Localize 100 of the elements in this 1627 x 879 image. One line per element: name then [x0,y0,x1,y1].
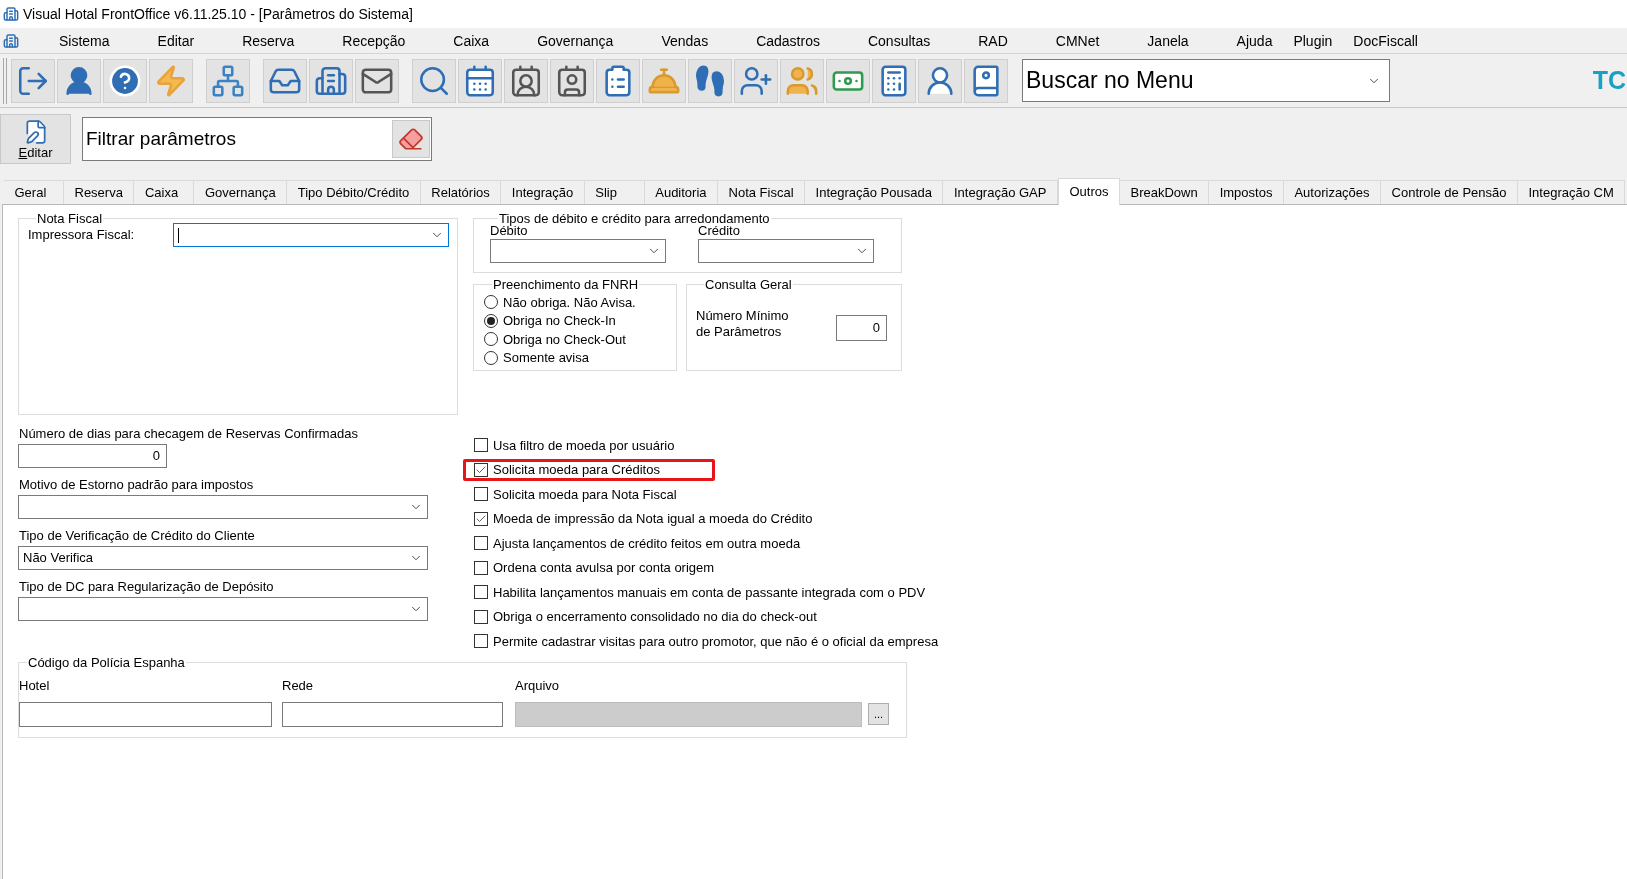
menu-item[interactable]: CMNet [1055,30,1100,51]
field-label: Impressora Fiscal: [28,226,136,245]
tab[interactable]: Outros [1057,178,1120,205]
menu-item[interactable]: Recepção [342,30,406,51]
tab[interactable]: Integração CM [1518,180,1626,204]
tab[interactable]: Governança [194,180,288,204]
radio-label: Obriga no Check-Out [503,330,626,349]
field-label: Motivo de Estorno padrão para impostos [18,477,254,493]
checkbox[interactable] [474,511,488,526]
field-label: Crédito [698,224,740,238]
toolbar-button[interactable] [57,58,101,103]
tab[interactable]: Caixa [134,180,195,204]
menu-item[interactable]: Consultas [867,30,931,51]
toolbar-button[interactable] [309,58,353,103]
menu-item[interactable]: Ajuda [1236,30,1273,51]
menu-item[interactable]: DocFiscall [1353,30,1418,51]
hotel-logo-icon[interactable] [3,31,19,50]
menu-item[interactable]: Plugin [1293,30,1333,51]
radio-button[interactable] [484,332,498,347]
menu-item[interactable]: Janela [1147,30,1189,51]
tab[interactable]: Integração Pousada [805,180,944,204]
edit-button[interactable]: Editar [0,114,71,164]
group-title: Consulta Geral [704,277,793,292]
tab[interactable]: Impostos [1209,180,1284,204]
help-icon [108,63,142,98]
field-label: Número Mínimo de Parâmetros [696,308,790,340]
tab[interactable]: Geral [4,180,64,204]
menu-item[interactable]: Governança [537,30,614,51]
toolbar-button[interactable] [355,58,399,103]
checkbox[interactable] [474,585,488,600]
dropdown-field[interactable] [698,239,874,263]
tab[interactable]: Slip [584,180,645,204]
toolbar-button[interactable] [596,58,640,103]
checkbox[interactable] [474,487,488,502]
menu-item[interactable]: Caixa [453,30,490,51]
menu-item[interactable]: Editar [157,30,195,51]
menu-item[interactable]: Sistema [59,30,110,51]
checkbox-label: Habilita lançamentos manuais em conta de passante integrada com o PDV [493,583,926,602]
checkbox-label: Ajusta lançamentos de crédito feitos em outra moeda [493,534,801,553]
menu-item[interactable]: Reserva [242,30,295,51]
radio-label: Somente avisa [503,349,589,367]
toolbar-button[interactable] [688,58,732,103]
field-label: Tipo de DC para Regularização de Depósito [18,579,274,595]
menu-item[interactable]: Cadastros [756,30,820,51]
calendar-icon [463,63,497,98]
toolbar-button[interactable] [734,58,778,103]
checkbox[interactable] [474,560,488,575]
tab[interactable]: Autorizações [1283,180,1382,204]
radio-button[interactable] [484,313,498,328]
toolbar-button[interactable] [550,58,594,103]
menu-item[interactable]: RAD [978,30,1008,51]
filter-field[interactable]: Filtrar parâmetros [82,117,432,161]
toolbar-button[interactable] [11,58,55,103]
tab[interactable]: Nota Fiscal [718,180,806,204]
dropdown-field[interactable] [18,597,428,621]
toolbar-button[interactable] [918,58,962,103]
toolbar-button[interactable] [263,58,307,103]
dropdown-field[interactable] [490,239,666,263]
toolbar-button[interactable] [103,58,147,103]
checkbox[interactable] [474,462,488,477]
hotel-logo-icon [3,6,19,22]
tab[interactable]: Integração GAP [943,180,1058,204]
toolbar-button[interactable] [504,58,548,103]
radio-label: Não obriga. Não Avisa. [503,293,636,312]
toolbar-button[interactable] [412,58,456,103]
tab[interactable]: Tipo Débito/Crédito [287,180,421,204]
toolbar-button[interactable] [206,58,250,103]
radio-button[interactable] [484,350,498,365]
group-title: Código da Polícia Espanha [27,654,186,670]
toolbar-button[interactable] [826,58,870,103]
checkbox-label: Permite cadastrar visitas para outro promotor, que não é o oficial da empresa [493,632,939,651]
toolbar-button[interactable] [872,58,916,103]
menu-search-dropdown[interactable]: Buscar no Menu [1022,59,1390,102]
tab[interactable]: Controle de Pensão [1381,180,1518,204]
checkbox[interactable] [474,634,488,649]
tab[interactable]: BreakDown [1119,180,1210,204]
checkbox[interactable] [474,536,488,551]
number-field[interactable]: 0 [18,444,167,468]
checkbox[interactable] [474,438,488,453]
text-field[interactable] [282,701,503,727]
checkbox[interactable] [474,609,488,624]
radio-button[interactable] [484,295,498,310]
contact-card-icon [509,63,543,98]
clear-filter-button[interactable] [392,120,430,158]
footprints-icon [693,63,727,98]
dropdown-field[interactable] [173,223,449,247]
text-cursor [178,227,179,243]
tab[interactable]: Reserva [64,180,135,204]
tab[interactable]: Relatórios [420,180,502,204]
menu-item[interactable]: Vendas [661,30,709,51]
number-field[interactable]: 0 [836,315,887,341]
tab[interactable]: Auditoria [644,180,719,204]
checkbox-label: Moeda de impressão da Nota igual a moeda do Crédito [493,510,813,528]
dropdown-field[interactable]: Não Verifica [18,546,428,570]
toolbar-button[interactable] [458,58,502,103]
dropdown-field[interactable] [18,495,428,519]
tab[interactable]: Integração [501,180,585,204]
toolbar-button[interactable] [964,58,1008,103]
text-field[interactable] [19,701,272,727]
group-title: Preenchimento da FNRH [492,277,640,292]
